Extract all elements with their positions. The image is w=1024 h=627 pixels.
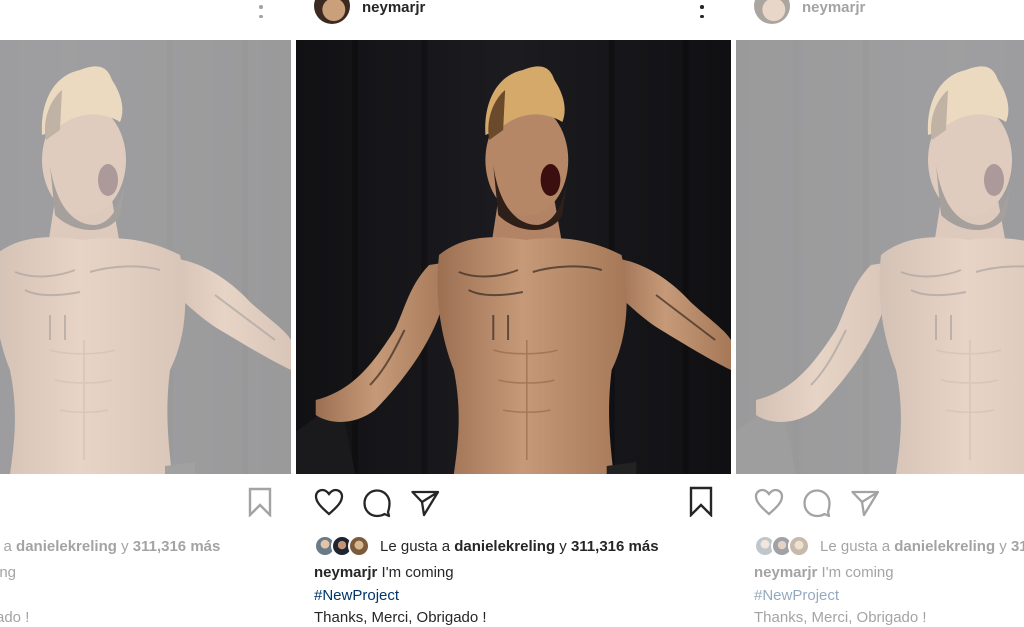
likes-count[interactable]: 311,316 xyxy=(571,538,624,555)
right-post: neymarjr Le gusta a danielekreling y 311… xyxy=(736,0,1024,627)
caption-line: neymarjr I'm coming xyxy=(314,564,454,581)
more-options-icon[interactable] xyxy=(699,0,705,18)
post-header: neymarjr xyxy=(736,0,1024,40)
post-username[interactable]: neymarjr xyxy=(362,0,425,16)
left-thanks-fragment: ado ! xyxy=(0,609,30,626)
left-likes-line: a a danielekreling y 311,316 más xyxy=(0,536,220,556)
likes-suffix: más xyxy=(628,537,659,555)
likes-count[interactable]: 311,316 xyxy=(1011,538,1024,555)
post-username[interactable]: neymarjr xyxy=(802,0,865,16)
likes-count[interactable]: 311,316 xyxy=(133,538,186,555)
likes-connector: y xyxy=(999,537,1007,555)
liker-name[interactable]: danielekreling xyxy=(454,538,555,555)
share-icon[interactable] xyxy=(850,488,880,523)
heart-icon[interactable] xyxy=(754,488,784,521)
liker-name[interactable]: danielekreling xyxy=(894,538,995,555)
bookmark-icon[interactable] xyxy=(247,487,273,522)
likes-connector: y xyxy=(559,537,567,555)
left-caption-fragment: ing xyxy=(0,564,17,581)
avatar[interactable] xyxy=(314,0,350,24)
caption-author[interactable]: neymarjr xyxy=(754,564,817,581)
left-post: a a danielekreling y 311,316 más ing ado… xyxy=(0,0,291,627)
likes-prefix: Le gusta a xyxy=(380,537,451,555)
avatar[interactable] xyxy=(754,0,790,24)
post-actions xyxy=(296,486,731,520)
comment-icon[interactable] xyxy=(362,488,392,523)
caption-thanks: Thanks, Merci, Obrigado ! xyxy=(314,609,487,626)
caption-text: I'm coming xyxy=(821,564,894,581)
caption-hashtag[interactable]: #NewProject xyxy=(314,587,399,604)
liker-name[interactable]: danielekreling xyxy=(16,538,117,555)
avatar xyxy=(788,535,810,557)
caption-text: I'm coming xyxy=(381,564,454,581)
share-icon[interactable] xyxy=(410,488,440,523)
likes-suffix: más xyxy=(190,537,221,555)
likes-connector: y xyxy=(121,537,129,555)
right-post-photo[interactable] xyxy=(736,40,1024,474)
comment-icon[interactable] xyxy=(802,488,832,523)
caption-hashtag[interactable]: #NewProject xyxy=(754,587,839,604)
avatar xyxy=(348,535,370,557)
caption-author[interactable]: neymarjr xyxy=(314,564,377,581)
left-post-photo[interactable] xyxy=(0,40,291,474)
bookmark-icon[interactable] xyxy=(688,486,714,522)
more-options-icon[interactable] xyxy=(258,0,264,18)
likes-line: Le gusta a danielekreling y 311,316 más xyxy=(314,535,659,557)
caption-line: neymarjr I'm coming xyxy=(754,564,894,581)
liker-avatars[interactable] xyxy=(314,535,372,557)
main-post: neymarjr Le gusta a danielekreling y 311… xyxy=(296,0,731,627)
caption-thanks: Thanks, Merci, Obrigado ! xyxy=(754,609,927,626)
post-photo[interactable] xyxy=(296,40,731,474)
likes-fragment: a a xyxy=(0,537,12,555)
liker-avatars[interactable] xyxy=(754,535,812,557)
heart-icon[interactable] xyxy=(314,488,344,521)
likes-line: Le gusta a danielekreling y 311,316 xyxy=(754,535,1024,557)
likes-prefix: Le gusta a xyxy=(820,537,891,555)
post-header: neymarjr xyxy=(296,0,731,40)
post-actions xyxy=(736,486,1024,520)
